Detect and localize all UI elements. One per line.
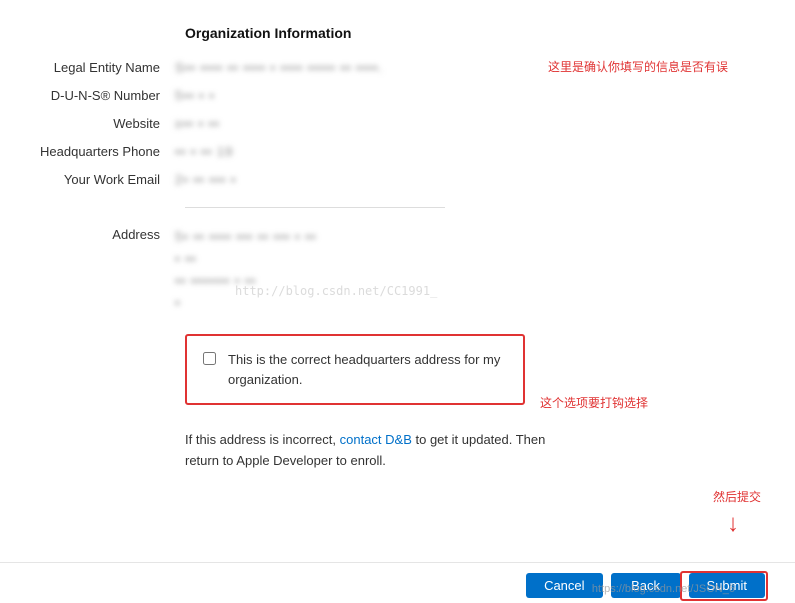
confirm-address-checkbox[interactable] [203,352,216,365]
label-legal-entity: Legal Entity Name [40,59,175,77]
value-email: 2▪ ▪▪ ▪▪▪ ▪ [175,171,455,189]
value-phone: ▪▪ ▪ ▪▪ 19 [175,143,455,161]
submit-button[interactable]: Submit [689,573,765,598]
back-button[interactable]: Back [611,573,681,598]
section-title: Organization Information [185,25,755,41]
button-bar: Cancel Back Submit [526,573,765,598]
arrow-icon: ↓ [727,510,739,538]
label-website: Website [40,115,175,133]
help-text: If this address is incorrect, contact D&… [185,430,565,472]
value-duns: 5▪▪ ▪ ▪ [175,87,455,105]
annotation-then-submit: 然后提交 [713,488,761,505]
annotation-check-option: 这个选项要打钩选择 [540,394,648,411]
label-address: Address [40,226,175,244]
cancel-button[interactable]: Cancel [526,573,602,598]
contact-dnb-link[interactable]: contact D&B [340,432,412,447]
row-address: Address 5▪ ▪▪ ▪▪▪▪ ▪▪▪ ▪▪ ▪▪▪ ▪ ▪▪ ▪ ▪▪ … [40,226,755,314]
divider [185,207,445,208]
annotation-confirm-info: 这里是确认你填写的信息是否有误 [548,58,728,75]
label-phone: Headquarters Phone [40,143,175,161]
label-email: Your Work Email [40,171,175,189]
checkbox-container: This is the correct headquarters address… [185,334,525,405]
row-phone: Headquarters Phone ▪▪ ▪ ▪▪ 19 [40,143,755,161]
row-duns: D-U-N-S® Number 5▪▪ ▪ ▪ [40,87,755,105]
watermark-text: http://blog.csdn.net/CC1991_ [235,281,437,301]
value-website: x▪▪ ▪ ▪▪ [175,115,455,133]
confirm-address-label: This is the correct headquarters address… [228,350,507,389]
row-email: Your Work Email 2▪ ▪▪ ▪▪▪ ▪ [40,171,755,189]
value-legal-entity: S▪▪ ▪▪▪▪ ▪▪ ▪▪▪▪ ▪ ▪▪▪▪ ▪▪▪▪▪ ▪▪ ▪▪▪▪. [175,59,455,77]
value-address: 5▪ ▪▪ ▪▪▪▪ ▪▪▪ ▪▪ ▪▪▪ ▪ ▪▪ ▪ ▪▪ ▪▪ ▪▪▪▪▪… [175,226,455,314]
row-website: Website x▪▪ ▪ ▪▪ [40,115,755,133]
footer-separator [0,562,795,563]
help-text-before: If this address is incorrect, [185,432,340,447]
label-duns: D-U-N-S® Number [40,87,175,105]
